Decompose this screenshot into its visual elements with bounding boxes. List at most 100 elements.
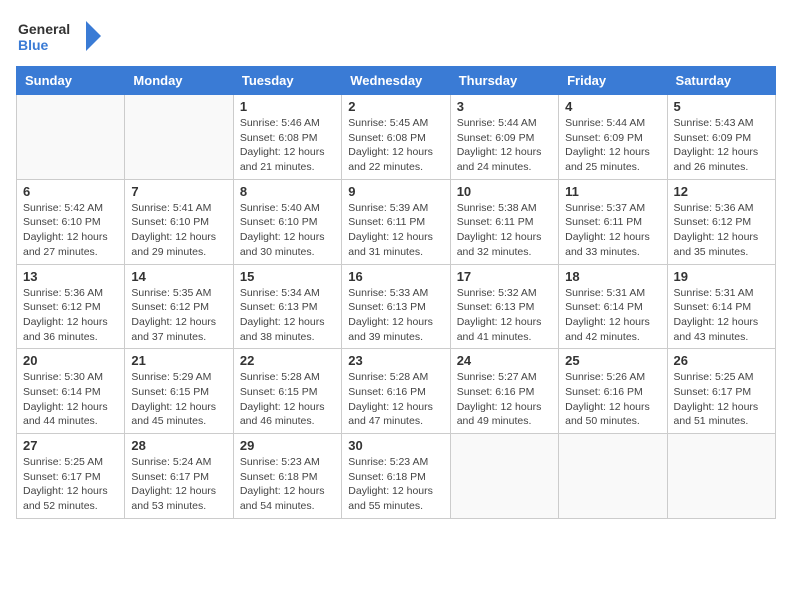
day-number: 12 [674, 184, 769, 199]
day-number: 27 [23, 438, 118, 453]
day-number: 16 [348, 269, 443, 284]
day-info: Sunrise: 5:39 AM Sunset: 6:11 PM Dayligh… [348, 201, 443, 260]
calendar-cell: 7 Sunrise: 5:41 AM Sunset: 6:10 PM Daylig… [125, 179, 233, 264]
day-number: 17 [457, 269, 552, 284]
calendar-cell: 9 Sunrise: 5:39 AM Sunset: 6:11 PM Daylig… [342, 179, 450, 264]
calendar-cell [125, 95, 233, 180]
day-number: 9 [348, 184, 443, 199]
day-info: Sunrise: 5:36 AM Sunset: 6:12 PM Dayligh… [23, 286, 118, 345]
day-info: Sunrise: 5:41 AM Sunset: 6:10 PM Dayligh… [131, 201, 226, 260]
calendar-cell: 24Sunrise: 5:27 AM Sunset: 6:16 PM Dayli… [450, 349, 558, 434]
calendar-cell: 23Sunrise: 5:28 AM Sunset: 6:16 PM Dayli… [342, 349, 450, 434]
day-info: Sunrise: 5:26 AM Sunset: 6:16 PM Dayligh… [565, 370, 660, 429]
day-info: Sunrise: 5:40 AM Sunset: 6:10 PM Dayligh… [240, 201, 335, 260]
day-number: 26 [674, 353, 769, 368]
day-info: Sunrise: 5:29 AM Sunset: 6:15 PM Dayligh… [131, 370, 226, 429]
day-number: 21 [131, 353, 226, 368]
day-number: 23 [348, 353, 443, 368]
day-info: Sunrise: 5:33 AM Sunset: 6:13 PM Dayligh… [348, 286, 443, 345]
calendar-cell [667, 434, 775, 519]
day-number: 25 [565, 353, 660, 368]
calendar-week-row: 1 Sunrise: 5:46 AM Sunset: 6:08 PM Daylig… [17, 95, 776, 180]
svg-text:General: General [18, 21, 70, 37]
day-number: 3 [457, 99, 552, 114]
day-info: Sunrise: 5:37 AM Sunset: 6:11 PM Dayligh… [565, 201, 660, 260]
calendar-cell: 6 Sunrise: 5:42 AM Sunset: 6:10 PM Daylig… [17, 179, 125, 264]
calendar-cell: 30 Sunrise: 5:23 AM Sunset: 6:18 PM Dayli… [342, 434, 450, 519]
day-info: Sunrise: 5:43 AM Sunset: 6:09 PM Dayligh… [674, 116, 769, 175]
day-number: 24 [457, 353, 552, 368]
day-number: 20 [23, 353, 118, 368]
day-number: 14 [131, 269, 226, 284]
calendar-cell: 13 Sunrise: 5:36 AM Sunset: 6:12 PM Dayli… [17, 264, 125, 349]
day-info: Sunrise: 5:28 AM Sunset: 6:15 PM Dayligh… [240, 370, 335, 429]
calendar-cell: 19Sunrise: 5:31 AM Sunset: 6:14 PM Dayli… [667, 264, 775, 349]
day-info: Sunrise: 5:23 AM Sunset: 6:18 PM Dayligh… [348, 455, 443, 514]
calendar-cell: 22 Sunrise: 5:28 AM Sunset: 6:15 PM Dayli… [233, 349, 341, 434]
calendar-cell: 2 Sunrise: 5:45 AM Sunset: 6:08 PM Daylig… [342, 95, 450, 180]
calendar-cell: 16 Sunrise: 5:33 AM Sunset: 6:13 PM Dayli… [342, 264, 450, 349]
day-number: 11 [565, 184, 660, 199]
weekday-header: Friday [559, 67, 667, 95]
day-number: 13 [23, 269, 118, 284]
day-number: 19 [674, 269, 769, 284]
svg-text:Blue: Blue [18, 37, 49, 53]
day-number: 30 [348, 438, 443, 453]
header: GeneralBlue [16, 16, 776, 56]
calendar-cell: 18Sunrise: 5:31 AM Sunset: 6:14 PM Dayli… [559, 264, 667, 349]
day-number: 1 [240, 99, 335, 114]
calendar-cell: 8 Sunrise: 5:40 AM Sunset: 6:10 PM Daylig… [233, 179, 341, 264]
calendar-cell: 21 Sunrise: 5:29 AM Sunset: 6:15 PM Dayli… [125, 349, 233, 434]
weekday-header: Saturday [667, 67, 775, 95]
calendar-cell [559, 434, 667, 519]
calendar-cell: 28Sunrise: 5:24 AM Sunset: 6:17 PM Dayli… [125, 434, 233, 519]
day-info: Sunrise: 5:44 AM Sunset: 6:09 PM Dayligh… [565, 116, 660, 175]
weekday-header: Tuesday [233, 67, 341, 95]
weekday-header: Thursday [450, 67, 558, 95]
day-number: 2 [348, 99, 443, 114]
weekday-header: Monday [125, 67, 233, 95]
calendar-cell: 27 Sunrise: 5:25 AM Sunset: 6:17 PM Dayli… [17, 434, 125, 519]
day-number: 8 [240, 184, 335, 199]
logo: GeneralBlue [16, 16, 106, 56]
day-number: 22 [240, 353, 335, 368]
day-info: Sunrise: 5:24 AM Sunset: 6:17 PM Dayligh… [131, 455, 226, 514]
calendar-cell: 1 Sunrise: 5:46 AM Sunset: 6:08 PM Daylig… [233, 95, 341, 180]
calendar-cell: 10 Sunrise: 5:38 AM Sunset: 6:11 PM Dayli… [450, 179, 558, 264]
weekday-header: Wednesday [342, 67, 450, 95]
calendar-header-row: SundayMondayTuesdayWednesdayThursdayFrid… [17, 67, 776, 95]
day-info: Sunrise: 5:25 AM Sunset: 6:17 PM Dayligh… [23, 455, 118, 514]
day-info: Sunrise: 5:35 AM Sunset: 6:12 PM Dayligh… [131, 286, 226, 345]
calendar-cell: 4 Sunrise: 5:44 AM Sunset: 6:09 PM Daylig… [559, 95, 667, 180]
day-info: Sunrise: 5:25 AM Sunset: 6:17 PM Dayligh… [674, 370, 769, 429]
day-info: Sunrise: 5:38 AM Sunset: 6:11 PM Dayligh… [457, 201, 552, 260]
logo-svg: GeneralBlue [16, 16, 106, 56]
day-number: 4 [565, 99, 660, 114]
day-number: 29 [240, 438, 335, 453]
calendar-cell [450, 434, 558, 519]
calendar-cell [17, 95, 125, 180]
day-number: 18 [565, 269, 660, 284]
day-info: Sunrise: 5:36 AM Sunset: 6:12 PM Dayligh… [674, 201, 769, 260]
day-info: Sunrise: 5:42 AM Sunset: 6:10 PM Dayligh… [23, 201, 118, 260]
day-number: 15 [240, 269, 335, 284]
calendar-cell: 12 Sunrise: 5:36 AM Sunset: 6:12 PM Dayli… [667, 179, 775, 264]
calendar-cell: 14 Sunrise: 5:35 AM Sunset: 6:12 PM Dayli… [125, 264, 233, 349]
day-info: Sunrise: 5:44 AM Sunset: 6:09 PM Dayligh… [457, 116, 552, 175]
calendar-cell: 15 Sunrise: 5:34 AM Sunset: 6:13 PM Dayli… [233, 264, 341, 349]
calendar-cell: 20 Sunrise: 5:30 AM Sunset: 6:14 PM Dayli… [17, 349, 125, 434]
calendar-table: SundayMondayTuesdayWednesdayThursdayFrid… [16, 66, 776, 519]
day-number: 7 [131, 184, 226, 199]
calendar-cell: 26 Sunrise: 5:25 AM Sunset: 6:17 PM Dayli… [667, 349, 775, 434]
day-number: 10 [457, 184, 552, 199]
calendar-week-row: 20 Sunrise: 5:30 AM Sunset: 6:14 PM Dayli… [17, 349, 776, 434]
day-info: Sunrise: 5:34 AM Sunset: 6:13 PM Dayligh… [240, 286, 335, 345]
calendar-week-row: 6 Sunrise: 5:42 AM Sunset: 6:10 PM Daylig… [17, 179, 776, 264]
day-number: 6 [23, 184, 118, 199]
day-info: Sunrise: 5:45 AM Sunset: 6:08 PM Dayligh… [348, 116, 443, 175]
calendar-cell: 3 Sunrise: 5:44 AM Sunset: 6:09 PM Daylig… [450, 95, 558, 180]
day-info: Sunrise: 5:32 AM Sunset: 6:13 PM Dayligh… [457, 286, 552, 345]
day-info: Sunrise: 5:46 AM Sunset: 6:08 PM Dayligh… [240, 116, 335, 175]
weekday-header: Sunday [17, 67, 125, 95]
day-info: Sunrise: 5:30 AM Sunset: 6:14 PM Dayligh… [23, 370, 118, 429]
